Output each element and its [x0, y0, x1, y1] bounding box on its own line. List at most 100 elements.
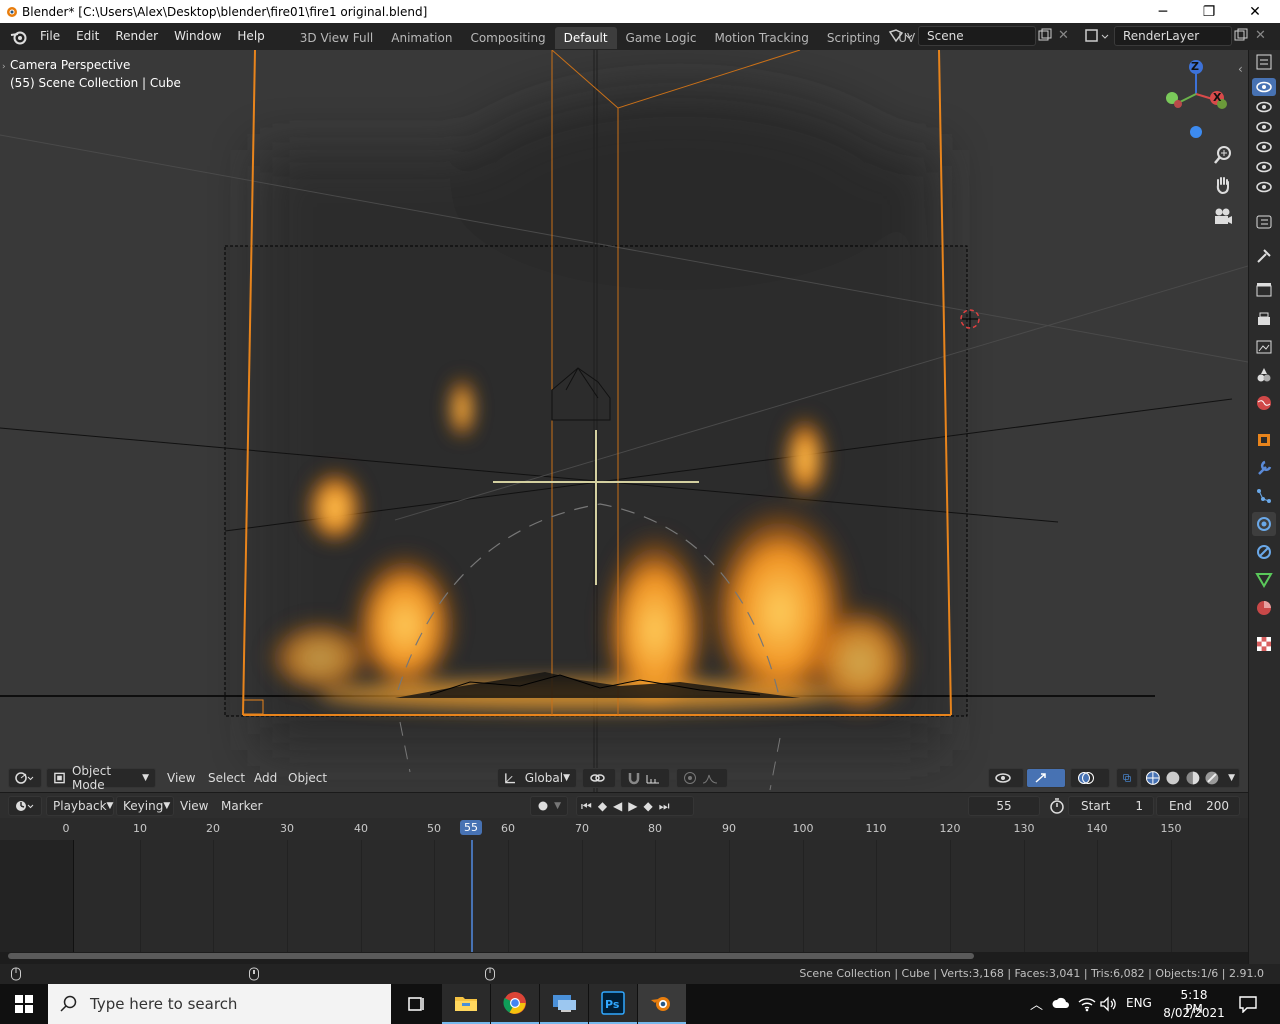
timeline-ruler[interactable]: 0 10 20 30 40 50 55 60 70 80 90 100 110 …: [0, 818, 1248, 840]
auto-keying-toggle[interactable]: ▼: [530, 796, 568, 816]
timeline-keyframe-area[interactable]: [0, 840, 1248, 952]
blender-menu-icon[interactable]: [10, 29, 28, 45]
proportional-edit-dropdown[interactable]: [676, 768, 728, 788]
playhead-line[interactable]: [471, 840, 473, 952]
eye-visible-icon-2[interactable]: [1254, 97, 1274, 117]
taskbar-file-explorer[interactable]: [442, 984, 490, 1024]
solid-shading-icon[interactable]: [1165, 770, 1181, 786]
editor-type-dropdown[interactable]: [8, 768, 42, 788]
outliner-icon[interactable]: [1254, 52, 1274, 72]
scene-selector-icon[interactable]: [888, 28, 914, 44]
scene-properties-icon[interactable]: [1254, 365, 1274, 385]
jump-to-end-icon[interactable]: ⏭: [659, 799, 670, 814]
jump-keyframe-forward-icon[interactable]: ◆: [644, 799, 653, 813]
tab-animation[interactable]: Animation: [382, 27, 461, 49]
eye-visible-icon-5[interactable]: [1254, 157, 1274, 177]
taskbar-search-box[interactable]: Type here to search: [48, 984, 391, 1024]
timeline-editor-type-dropdown[interactable]: [8, 796, 42, 816]
viewport-menu-object[interactable]: Object: [288, 768, 327, 788]
renderlayer-selector-icon[interactable]: [1084, 28, 1110, 44]
wireframe-shading-icon[interactable]: [1145, 770, 1161, 786]
snap-dropdown[interactable]: [620, 768, 670, 788]
tab-default[interactable]: Default: [554, 26, 617, 49]
viewport-menu-add[interactable]: Add: [254, 768, 277, 788]
pan-hand-icon[interactable]: [1213, 175, 1233, 195]
xray-toggle[interactable]: [1116, 768, 1138, 788]
minimize-button[interactable]: ─: [1140, 0, 1186, 23]
camera-view-icon[interactable]: [1213, 207, 1233, 227]
task-view-button[interactable]: [392, 984, 440, 1024]
menu-window[interactable]: Window: [166, 23, 229, 50]
play-reverse-icon[interactable]: ◀: [613, 799, 622, 813]
input-language[interactable]: ENG: [1126, 996, 1152, 1010]
particles-properties-icon[interactable]: [1254, 486, 1274, 506]
scene-name-field[interactable]: Scene: [918, 26, 1036, 46]
transform-orientation-dropdown[interactable]: Global ▼: [497, 768, 577, 788]
play-icon[interactable]: ▶: [628, 799, 637, 813]
output-properties-icon[interactable]: [1254, 309, 1274, 329]
properties-editor-icon[interactable]: [1254, 212, 1274, 232]
viewport-menu-select[interactable]: Select: [208, 768, 245, 788]
start-frame-field[interactable]: Start 1: [1068, 796, 1154, 816]
taskbar-date[interactable]: 8/02/2021: [1160, 1006, 1228, 1020]
remove-scene-icon[interactable]: ✕: [1058, 28, 1069, 43]
toolbar-expand-icon[interactable]: ›: [2, 62, 6, 72]
object-mode-dropdown[interactable]: Object Mode ▼: [46, 764, 156, 792]
duplicate-scene-icon[interactable]: [1038, 28, 1052, 42]
sidebar-collapse-icon[interactable]: ‹: [1238, 62, 1243, 76]
eye-visible-icon-1[interactable]: [1254, 77, 1274, 97]
object-data-properties-icon[interactable]: [1254, 570, 1274, 590]
world-properties-icon[interactable]: [1254, 393, 1274, 413]
tool-properties-icon[interactable]: [1254, 246, 1274, 266]
gizmos-toggle[interactable]: [1026, 768, 1066, 788]
keying-menu[interactable]: Keying ▼: [116, 796, 174, 816]
texture-properties-icon[interactable]: [1254, 634, 1274, 654]
modifier-properties-icon[interactable]: [1254, 458, 1274, 478]
duplicate-renderlayer-icon[interactable]: [1234, 28, 1248, 42]
playback-menu[interactable]: Playback ▼: [46, 796, 114, 816]
maximize-button[interactable]: ❐: [1186, 0, 1232, 23]
overlays-dropdown[interactable]: [1070, 768, 1110, 788]
tab-compositing[interactable]: Compositing: [461, 27, 554, 49]
show-hidden-icons-icon[interactable]: ︿: [1030, 994, 1043, 1013]
jump-keyframe-back-icon[interactable]: ◆: [598, 799, 607, 813]
eye-visible-icon-3[interactable]: [1254, 117, 1274, 137]
render-properties-icon[interactable]: [1254, 280, 1274, 300]
end-frame-field[interactable]: End 200: [1156, 796, 1240, 816]
close-button[interactable]: ✕: [1232, 0, 1278, 23]
timeline-menu-marker[interactable]: Marker: [221, 796, 262, 816]
pivot-point-dropdown[interactable]: [582, 768, 616, 788]
current-frame-field[interactable]: 55: [968, 796, 1040, 816]
menu-file[interactable]: File: [32, 23, 68, 50]
view-layer-properties-icon[interactable]: [1254, 337, 1274, 357]
remove-renderlayer-icon[interactable]: ✕: [1255, 28, 1266, 43]
visibility-dropdown[interactable]: [988, 768, 1024, 788]
physics-properties-icon[interactable]: [1254, 514, 1274, 534]
wifi-icon[interactable]: [1078, 996, 1096, 1012]
menu-help[interactable]: Help: [229, 23, 272, 50]
material-shading-icon[interactable]: [1185, 770, 1201, 786]
tab-scripting[interactable]: Scripting: [818, 27, 889, 49]
tab-3d-view-full[interactable]: 3D View Full: [291, 27, 383, 49]
volume-icon[interactable]: [1100, 996, 1118, 1012]
timeline-horizontal-scrollbar[interactable]: [8, 953, 974, 959]
3d-viewport[interactable]: Camera Perspective (55) Scene Collection…: [0, 50, 1248, 792]
taskbar-blender[interactable]: [638, 984, 686, 1024]
jump-to-start-icon[interactable]: ⏮: [581, 799, 592, 814]
preview-range-stopwatch-icon[interactable]: [1048, 797, 1066, 815]
taskbar-chrome[interactable]: [491, 984, 539, 1024]
taskbar-remote-app[interactable]: [540, 984, 588, 1024]
action-center-icon[interactable]: [1238, 995, 1258, 1013]
material-properties-icon[interactable]: [1254, 598, 1274, 618]
onedrive-cloud-icon[interactable]: [1052, 996, 1070, 1010]
current-frame-indicator[interactable]: 55: [460, 820, 482, 835]
viewport-menu-view[interactable]: View: [167, 768, 195, 788]
object-properties-icon[interactable]: [1254, 430, 1274, 450]
eye-visible-icon-4[interactable]: [1254, 137, 1274, 157]
timeline-menu-view[interactable]: View: [180, 796, 208, 816]
start-button[interactable]: [0, 984, 48, 1024]
eye-visible-icon-6[interactable]: [1254, 177, 1274, 197]
zoom-icon[interactable]: [1213, 145, 1233, 165]
taskbar-photoshop[interactable]: Ps: [589, 984, 637, 1024]
menu-edit[interactable]: Edit: [68, 23, 107, 50]
